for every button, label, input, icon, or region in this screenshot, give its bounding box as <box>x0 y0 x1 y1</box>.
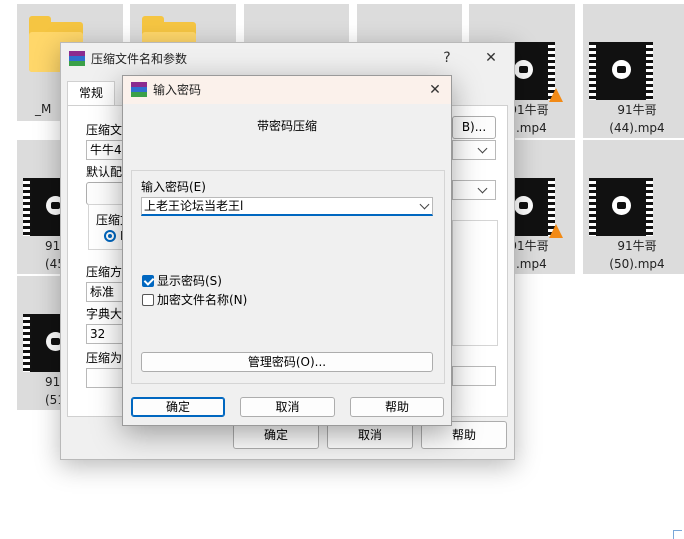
file-tile[interactable] <box>244 4 349 44</box>
default-profile-label: 默认配 <box>86 165 123 179</box>
video-tile[interactable]: 91牛哥 (44).mp4 <box>583 4 684 138</box>
compression-method-label: 压缩方 <box>86 265 123 279</box>
tile-label: 91牛哥 (44).mp4 <box>609 103 665 135</box>
title-bar[interactable]: 压缩文件名和参数 ? ✕ <box>61 43 514 75</box>
dictionary-size-label: 字典大 <box>86 307 123 321</box>
folder-tile[interactable] <box>130 4 236 44</box>
close-icon[interactable]: ✕ <box>421 76 449 104</box>
vlc-cone-icon <box>549 224 563 238</box>
ok-button[interactable]: 确定 <box>131 397 225 417</box>
enter-password-label: 输入密码(E) <box>141 180 206 194</box>
dialog-heading: 带密码压缩 <box>256 119 317 133</box>
winrar-icon <box>69 51 85 67</box>
winrar-icon <box>131 82 147 98</box>
help-button[interactable]: 帮助 <box>350 397 444 417</box>
video-thumbnail-icon <box>589 178 653 236</box>
profiles-button[interactable] <box>86 182 126 205</box>
update-mode-dropdown[interactable] <box>452 180 496 200</box>
archive-name-label: 压缩文 <box>86 123 123 137</box>
video-tile[interactable]: 91牛哥 (50).mp4 <box>583 140 684 274</box>
cancel-button[interactable]: 取消 <box>240 397 335 417</box>
help-icon[interactable]: ? <box>433 43 461 73</box>
close-icon[interactable]: ✕ <box>477 43 505 73</box>
browse-button[interactable]: B)... <box>452 116 496 139</box>
video-thumbnail-icon <box>589 42 653 100</box>
manage-passwords-button[interactable]: 管理密码(O)... <box>141 352 433 372</box>
format-radio[interactable] <box>104 230 116 242</box>
encrypt-filenames-label[interactable]: 加密文件名称(N) <box>157 292 247 308</box>
tab-general[interactable]: 常规 <box>67 81 115 106</box>
folder-icon <box>142 16 196 44</box>
chevron-down-icon <box>477 183 488 194</box>
dialog-title: 压缩文件名和参数 <box>91 52 188 66</box>
password-input[interactable]: 上老王论坛当老王l <box>141 197 433 216</box>
encrypt-filenames-checkbox[interactable] <box>142 294 154 306</box>
show-password-checkbox[interactable] <box>142 275 154 287</box>
password-field-right[interactable] <box>452 366 496 386</box>
split-volumes-label: 压缩为 <box>86 351 123 365</box>
show-password-label[interactable]: 显示密码(S) <box>157 273 222 289</box>
title-bar[interactable]: 输入密码 ✕ <box>123 76 451 104</box>
vlc-cone-icon <box>549 88 563 102</box>
chevron-down-icon <box>477 143 488 154</box>
tile-label: 91牛哥 (50).mp4 <box>609 239 665 271</box>
options-group <box>452 220 498 346</box>
file-tile[interactable] <box>357 4 462 44</box>
dialog-title: 输入密码 <box>153 83 202 97</box>
enter-password-dialog: 输入密码 ✕ 带密码压缩 输入密码(E) 上老王论坛当老王l 显示密码(S) 加… <box>122 75 452 426</box>
archive-name-dropdown[interactable] <box>452 140 496 160</box>
